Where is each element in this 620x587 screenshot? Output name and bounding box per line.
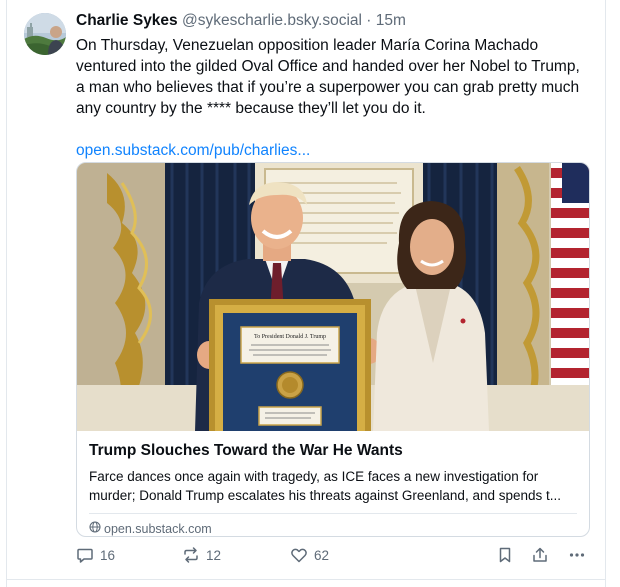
feed-left-border: [6, 0, 7, 587]
reply-button[interactable]: 16: [76, 544, 115, 566]
post-header: Charlie Sykes @sykescharlie.bsky.social …: [76, 10, 590, 32]
share-icon: [531, 546, 549, 564]
card-domain-row: open.substack.com: [89, 520, 577, 536]
more-options-button[interactable]: [568, 544, 586, 566]
more-icon: [568, 546, 586, 564]
card-description: Farce dances once again with tragedy, as…: [89, 469, 562, 503]
post-text: On Thursday, Venezuelan opposition leade…: [76, 37, 580, 117]
card-image: To President Donald J. Trump: [77, 163, 589, 431]
frame-heading: To President Donald J. Trump: [254, 334, 326, 340]
repost-button[interactable]: 12: [182, 544, 221, 566]
post-link[interactable]: open.substack.com/pub/charlies...: [76, 140, 590, 161]
repost-count: 12: [206, 547, 222, 563]
post-content: Charlie Sykes @sykescharlie.bsky.social …: [76, 10, 590, 563]
like-button[interactable]: 62: [290, 544, 329, 566]
post-timestamp[interactable]: 15m: [376, 12, 406, 29]
action-bar: 16 12 62: [76, 544, 590, 566]
author-name[interactable]: Charlie Sykes: [76, 12, 178, 29]
card-domain: open.substack.com: [104, 522, 212, 536]
reply-icon: [76, 546, 94, 564]
repost-icon: [182, 546, 200, 564]
share-button[interactable]: [531, 544, 549, 566]
link-card[interactable]: To President Donald J. Trump Trump Slouc…: [76, 162, 590, 537]
post-bottom-border: [6, 579, 606, 580]
globe-icon: [89, 520, 101, 536]
avatar[interactable]: [24, 13, 66, 55]
card-title: Trump Slouches Toward the War He Wants: [89, 442, 403, 459]
reply-count: 16: [100, 547, 116, 563]
like-count: 62: [314, 547, 330, 563]
bookmark-icon: [496, 546, 514, 564]
card-body: Trump Slouches Toward the War He Wants F…: [77, 431, 589, 536]
card-divider: [89, 513, 577, 514]
meta-separator: ·: [366, 12, 372, 29]
feed-right-border: [605, 0, 606, 587]
like-icon: [290, 546, 308, 564]
author-handle[interactable]: @sykescharlie.bsky.social: [182, 12, 362, 29]
bookmark-button[interactable]: [496, 544, 514, 566]
